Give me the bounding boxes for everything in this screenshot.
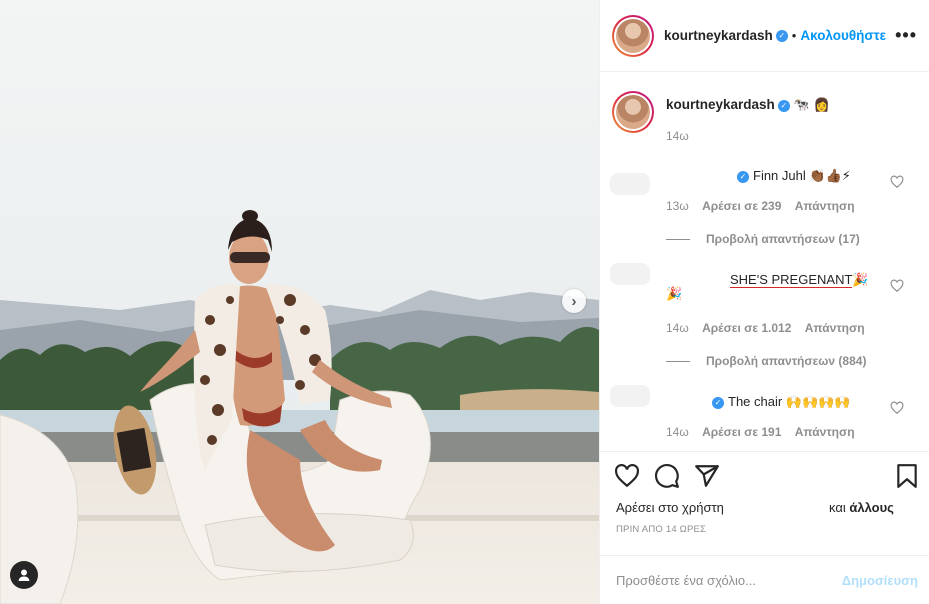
comment-likes[interactable]: Αρέσει σε 239 — [702, 199, 781, 213]
add-comment-bar: Δημοσίευση — [600, 555, 929, 604]
comment-text: SHE'S PREGENANT🎉 — [730, 272, 869, 288]
follow-button[interactable]: Ακολουθήστε — [800, 28, 886, 43]
share-direct-icon[interactable] — [694, 463, 720, 489]
comment-bubble-icon[interactable] — [654, 463, 680, 489]
comments-list[interactable]: kourtneykardash ✓ 🐄 👩 14ω ✓ Finn Juhl 👏🏾👍🏾… — [600, 73, 929, 451]
separator-dot: • — [791, 28, 797, 43]
author-username[interactable]: kourtneykardash — [664, 28, 773, 43]
reply-button[interactable]: Απάντηση — [795, 425, 855, 439]
comment-input[interactable] — [616, 572, 842, 588]
like-heart-icon[interactable] — [614, 463, 640, 489]
comment-text: ✓ Finn Juhl 👏🏾👍🏾⚡ — [737, 168, 851, 184]
view-replies-button[interactable]: Προβολή απαντήσεων (17) — [666, 232, 860, 246]
like-comment-heart-icon[interactable] — [890, 401, 904, 415]
liked-by-others[interactable]: και άλλους — [829, 500, 894, 515]
comment-likes[interactable]: Αρέσει σε 1.012 — [702, 321, 791, 335]
caption-time[interactable]: 14ω — [666, 129, 689, 143]
like-comment-heart-icon[interactable] — [890, 175, 904, 189]
comment-text: ✓ The chair 🙌🙌🙌🙌 — [712, 394, 851, 410]
comment-meta: 14ω Αρέσει σε 1.012 Απάντηση — [666, 321, 875, 335]
comment-text-cont: 🎉 — [666, 287, 683, 302]
verified-badge-icon: ✓ — [712, 396, 724, 409]
post-comment-button[interactable]: Δημοσίευση — [842, 573, 918, 588]
more-options-icon[interactable]: ••• — [895, 25, 917, 46]
author-avatar[interactable] — [612, 14, 654, 57]
next-photo-button[interactable]: › — [562, 289, 586, 313]
caption-text: 🐄 👩 — [793, 98, 830, 113]
comment-time[interactable]: 13ω — [666, 199, 689, 213]
reply-button[interactable]: Απάντηση — [795, 199, 855, 213]
comment-likes[interactable]: Αρέσει σε 191 — [702, 425, 781, 439]
caption-avatar[interactable] — [612, 91, 654, 133]
post-header: kourtneykardash ✓ • Ακολουθήστε ••• — [600, 0, 929, 72]
caption: kourtneykardash ✓ 🐄 👩 — [612, 91, 830, 133]
save-bookmark-icon[interactable] — [894, 463, 920, 489]
verified-badge-icon: ✓ — [775, 29, 788, 42]
post-side-panel: kourtneykardash ✓ • Ακολουθήστε ••• kour… — [599, 0, 929, 604]
verified-badge-icon: ✓ — [777, 99, 790, 112]
liked-by-text: Αρέσει στο χρήστη — [616, 500, 724, 515]
reply-button[interactable]: Απάντηση — [805, 321, 865, 335]
tagged-users-button[interactable] — [10, 561, 38, 589]
like-comment-heart-icon[interactable] — [890, 279, 904, 293]
comment-time[interactable]: 14ω — [666, 321, 689, 335]
blurred-avatar — [610, 385, 650, 407]
posted-time[interactable]: ΠΡΙΝ ΑΠΟ 14 ΩΡΕΣ — [616, 524, 706, 535]
comment-meta: 14ω Αρέσει σε 191 Απάντηση — [666, 425, 865, 439]
blurred-avatar — [610, 263, 650, 285]
blurred-avatar — [610, 173, 650, 195]
comment-time[interactable]: 14ω — [666, 425, 689, 439]
comment-meta: 13ω Αρέσει σε 239 Απάντηση — [666, 199, 865, 213]
view-replies-button[interactable]: Προβολή απαντήσεων (884) — [666, 354, 866, 368]
chevron-right-icon: › — [571, 292, 577, 310]
post-photo[interactable]: › — [0, 0, 599, 604]
post-actions: Αρέσει στο χρήστη και άλλους ΠΡΙΝ ΑΠΟ 14… — [600, 451, 929, 555]
photo-image — [0, 0, 599, 604]
caption-username[interactable]: kourtneykardash — [666, 97, 775, 112]
user-icon — [18, 569, 30, 581]
verified-badge-icon: ✓ — [737, 170, 749, 183]
